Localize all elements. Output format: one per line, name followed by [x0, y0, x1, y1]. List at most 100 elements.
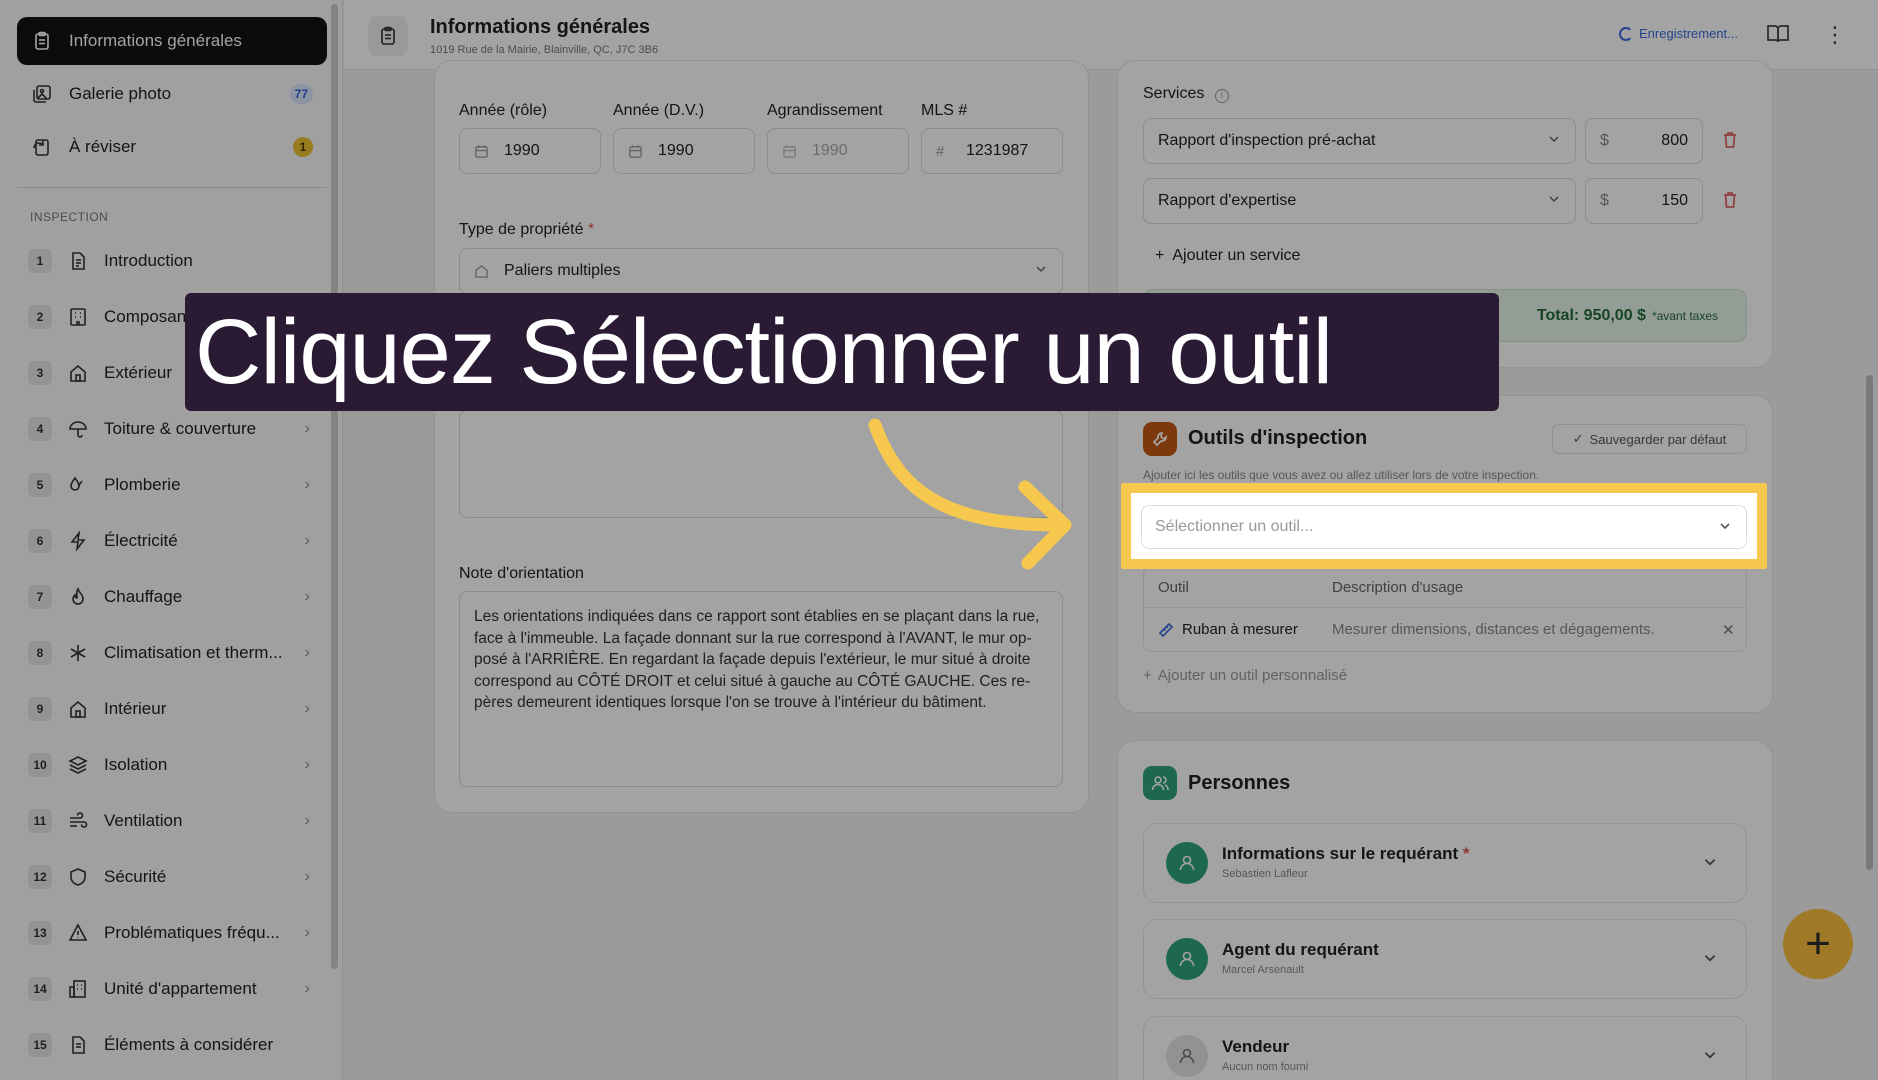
tools-table: Outil Description d'usage Ruban à mesure… [1143, 566, 1747, 652]
service-select-2[interactable]: Rapport d'expertise [1143, 178, 1576, 224]
tools-title: Outils d'inspection [1188, 427, 1368, 449]
save-default-button[interactable]: ✓ Sauvegarder par défaut [1552, 424, 1747, 454]
more-options-icon[interactable]: ⋮ [1824, 22, 1846, 48]
service-name: Rapport d'inspection pré-achat [1158, 132, 1376, 149]
person-requester-agent[interactable]: Agent du requérant Marcel Arsenault [1143, 919, 1747, 999]
sidebar-item-common-issues[interactable]: 13 Problématiques fréqu... › [28, 913, 318, 953]
sidebar-item-electricity[interactable]: 6 Électricité › [28, 521, 318, 561]
chevron-right-icon: › [304, 924, 310, 941]
sidebar-item-label: Sécurité [104, 867, 167, 886]
person-subtitle: Aucun nom fourni [1222, 1061, 1309, 1073]
chevron-down-icon [1702, 854, 1718, 875]
sidebar-item-ventilation[interactable]: 11 Ventilation › [28, 801, 318, 841]
sidebar: Informations générales Galerie photo 77 … [0, 0, 343, 1080]
property-type-select[interactable]: Paliers multiples [459, 248, 1063, 294]
remove-tool-icon[interactable]: ✕ [1722, 621, 1735, 639]
service-price-1[interactable]: $ 800 [1585, 118, 1703, 164]
user-icon [1166, 842, 1208, 884]
chevron-down-icon [1702, 1047, 1718, 1068]
sidebar-item-security[interactable]: 12 Sécurité › [28, 857, 318, 897]
add-service-button[interactable]: + Ajouter un service [1155, 247, 1300, 265]
lightning-icon [66, 529, 90, 553]
chevron-right-icon: › [304, 476, 310, 493]
book-icon[interactable] [1766, 22, 1790, 51]
sidebar-item-to-review[interactable]: À réviser 1 [17, 123, 327, 171]
tools-description: Ajouter ici les outils que vous avez ou … [1143, 468, 1540, 482]
sidebar-item-label: Informations générales [69, 31, 242, 50]
person-requester[interactable]: Informations sur le requérant * Sebastie… [1143, 823, 1747, 903]
sidebar-item-label: Problématiques fréqu... [104, 923, 280, 942]
person-seller[interactable]: Vendeur Aucun nom fourni [1143, 1016, 1747, 1080]
sidebar-item-insulation[interactable]: 10 Isolation › [28, 745, 318, 785]
table-row: Ruban à mesurer [1158, 621, 1298, 638]
year-dv-field[interactable]: 1990 [613, 128, 755, 174]
check-icon: ✓ [1572, 431, 1584, 446]
total-amount: Total: 950,00 $ *avant taxes [1536, 307, 1718, 324]
step-number: 4 [28, 417, 52, 441]
save-status: Enregistrement... [1619, 26, 1738, 41]
sidebar-item-label: Climatisation et therm... [104, 643, 283, 662]
review-count-badge: 1 [293, 137, 313, 157]
loading-spinner-icon [1619, 26, 1633, 41]
step-number: 6 [28, 529, 52, 553]
total-note: *avant taxes [1651, 309, 1718, 323]
chevron-down-icon [1702, 950, 1718, 971]
sidebar-item-apartment-unit[interactable]: 14 Unité d'appartement › [28, 969, 318, 1009]
add-fab-button[interactable]: + [1783, 909, 1853, 979]
calendar-icon [474, 144, 490, 159]
service-select-1[interactable]: Rapport d'inspection pré-achat [1143, 118, 1576, 164]
chevron-down-icon [1718, 519, 1732, 538]
property-type-label: Type de propriété * [459, 221, 595, 238]
price-value: 800 [1661, 132, 1688, 149]
home-icon [474, 264, 490, 279]
step-number: 5 [28, 473, 52, 497]
service-price-2[interactable]: $ 150 [1585, 178, 1703, 224]
person-subtitle: Marcel Arsenault [1222, 964, 1304, 976]
sidebar-item-photo-gallery[interactable]: Galerie photo 77 [17, 70, 327, 118]
chevron-right-icon: › [304, 420, 310, 437]
sidebar-item-introduction[interactable]: 1 Introduction [28, 241, 318, 281]
add-custom-tool-button[interactable]: + Ajouter un outil personnalisé [1143, 667, 1347, 684]
person-name: Informations sur le requérant * [1222, 844, 1470, 863]
tool-name: Ruban à mesurer [1182, 621, 1298, 638]
sidebar-item-general-info[interactable]: Informations générales [17, 17, 327, 65]
sidebar-item-heating[interactable]: 7 Chauffage › [28, 577, 318, 617]
services-label: Services i [1143, 85, 1229, 103]
sidebar-item-label: Introduction [104, 251, 193, 270]
col-header-tool: Outil [1158, 579, 1189, 596]
calendar-icon [628, 144, 644, 159]
droplets-icon [66, 473, 90, 497]
sidebar-item-label: Intérieur [104, 699, 167, 718]
mls-field[interactable]: # 1231987 [921, 128, 1063, 174]
sidebar-item-roof[interactable]: 4 Toiture & couverture › [28, 409, 318, 449]
step-number: 15 [28, 1033, 52, 1057]
sidebar-scrollbar[interactable] [331, 4, 338, 969]
extension-field[interactable]: 1990 [767, 128, 909, 174]
save-status-label: Enregistrement... [1639, 26, 1738, 41]
user-icon [1166, 938, 1208, 980]
main-scrollbar[interactable] [1866, 375, 1873, 870]
col-header-description: Description d'usage [1332, 579, 1464, 596]
person-name: Agent du requérant [1222, 940, 1379, 959]
price-value: 150 [1661, 192, 1688, 209]
sidebar-item-considerations[interactable]: 15 Éléments à considérer [28, 1025, 318, 1065]
property-type-value: Paliers multiples [504, 262, 621, 279]
required-marker: * [587, 221, 595, 238]
year-role-field[interactable]: 1990 [459, 128, 601, 174]
step-number: 11 [28, 809, 52, 833]
sidebar-item-label: Galerie photo [69, 84, 172, 103]
warning-icon [66, 921, 90, 945]
page-title: Informations générales [430, 16, 651, 38]
orientation-textarea[interactable]: Les orientations indiquées dans ce rappo… [459, 591, 1063, 787]
sidebar-item-air-conditioning[interactable]: 8 Climatisation et therm... › [28, 633, 318, 673]
tool-select[interactable]: Sélectionner un outil... [1141, 505, 1747, 549]
trash-icon[interactable] [1722, 131, 1738, 154]
sidebar-item-plumbing[interactable]: 5 Plomberie › [28, 465, 318, 505]
chevron-down-icon [1547, 192, 1561, 211]
hash-icon: # [936, 142, 945, 160]
sidebar-item-interior[interactable]: 9 Intérieur › [28, 689, 318, 729]
trash-icon[interactable] [1722, 191, 1738, 214]
chevron-right-icon: › [304, 812, 310, 829]
step-number: 7 [28, 585, 52, 609]
year-role-value: 1990 [504, 142, 540, 159]
